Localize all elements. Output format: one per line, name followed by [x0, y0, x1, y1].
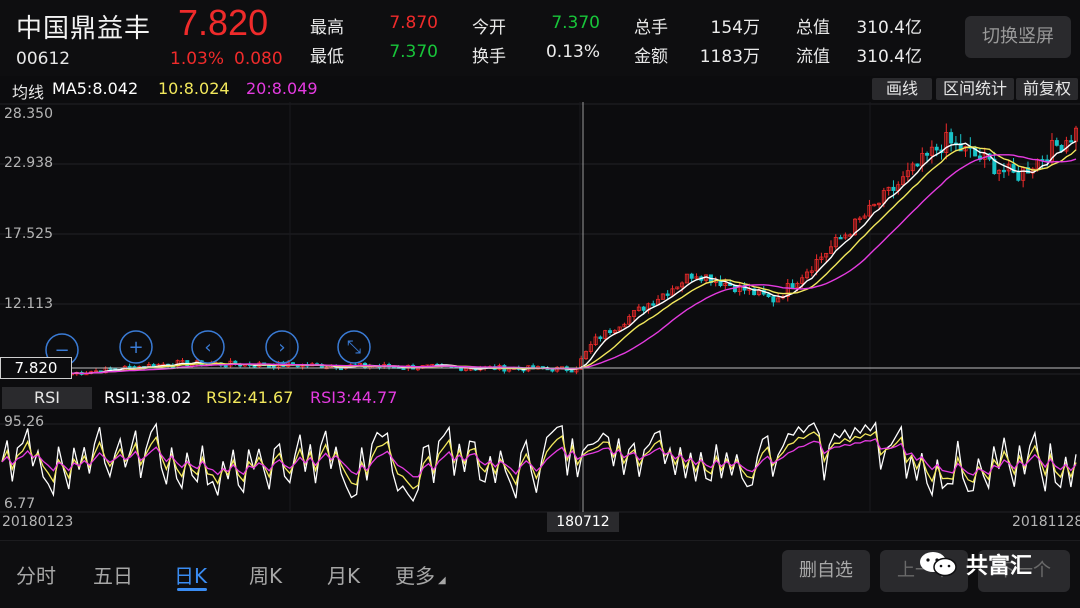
ma20-value: 20:8.049: [246, 79, 318, 98]
crosshair-date: 180712: [547, 512, 619, 532]
tab-monthly-k[interactable]: 月K: [327, 560, 360, 589]
current-price: 7.820: [178, 2, 269, 43]
kline-chart[interactable]: − + ‹ › ⤡: [0, 102, 1080, 532]
price-axis-label: 12.113: [4, 296, 53, 312]
candle-body: [949, 132, 954, 144]
date-start: 20180123: [2, 514, 74, 530]
price-adjust-button[interactable]: 前复权: [1016, 78, 1078, 100]
low-label: 最低: [310, 47, 344, 67]
change-percent: 1.03%: [170, 49, 225, 69]
volume-value: 154万: [710, 18, 760, 38]
candle-body: [223, 364, 228, 368]
candle-body: [689, 273, 694, 279]
candle-body: [771, 296, 776, 303]
remove-watchlist-button[interactable]: 删自选: [782, 550, 870, 592]
candle-body: [891, 186, 896, 191]
tab-daily-k[interactable]: 日K: [174, 560, 207, 589]
candle-body: [641, 306, 646, 311]
candle-body: [934, 146, 939, 151]
brand-name: 共富汇: [966, 554, 1033, 579]
tab-more-label: 更多: [395, 564, 435, 588]
high-value: 7.870: [389, 13, 438, 33]
price-axis-label: 22.938: [4, 155, 53, 171]
candle-body: [766, 293, 771, 297]
rsi-axis-low: 6.77: [4, 496, 36, 512]
candle-body: [569, 370, 574, 373]
date-end: 20181128: [1012, 514, 1080, 530]
candle-body: [651, 303, 656, 306]
zoom-in-icon-glyph: +: [128, 337, 143, 358]
tab-weekly-k[interactable]: 周K: [249, 560, 282, 589]
ma-label: 均线: [12, 83, 45, 102]
candle-body: [665, 293, 670, 296]
tab-five-day[interactable]: 五日: [93, 560, 133, 589]
draw-line-button[interactable]: 画线: [872, 78, 932, 100]
reset-zoom-icon-glyph: ⤡: [347, 337, 361, 358]
candle-body: [1069, 140, 1074, 143]
candle-body: [925, 152, 930, 156]
brand-watermark: 共富汇: [918, 548, 1032, 580]
candle-body: [838, 237, 843, 240]
rsi2-value: RSI2:41.67: [206, 388, 294, 407]
indicator-rsi-tab[interactable]: RSI: [2, 387, 92, 409]
candle-body: [608, 330, 613, 334]
turnover-value: 0.13%: [545, 42, 600, 62]
stock-code: 00612: [16, 49, 71, 69]
rsi1-value: RSI1:38.02: [104, 388, 192, 407]
float-cap-value: 310.4亿: [856, 47, 922, 67]
amount-value: 1183万: [699, 47, 760, 67]
turnover-label: 换手: [472, 47, 506, 67]
high-label: 最高: [310, 18, 344, 38]
amount-label: 金额: [634, 47, 668, 67]
mktcap-label: 总值: [796, 18, 830, 38]
low-value: 7.370: [389, 42, 438, 62]
scroll-left-icon-glyph: ‹: [204, 337, 211, 358]
caret-down-icon: ◢: [438, 575, 446, 586]
float-cap-label: 流值: [796, 47, 830, 67]
candle-body: [915, 163, 920, 167]
mktcap-value: 310.4亿: [856, 18, 922, 38]
price-axis-label: 28.350: [4, 106, 53, 122]
tab-more[interactable]: 更多 ◢: [395, 560, 446, 589]
rsi-axis-high: 95.26: [4, 414, 45, 430]
active-tab-indicator: [177, 588, 207, 591]
ma5-value: MA5:8.042: [52, 79, 139, 98]
current-price-tag: 7.820: [0, 357, 72, 379]
quote-header: 中国鼎益丰 00612 7.820 1.03% 0.080 最高 7.870 最…: [0, 0, 1080, 76]
candle-body: [790, 283, 795, 289]
stock-name: 中国鼎益丰: [16, 14, 152, 44]
volume-label: 总手: [634, 18, 668, 38]
candle-body: [1054, 140, 1059, 146]
wechat-icon: [920, 552, 957, 577]
open-label: 今开: [472, 18, 506, 38]
range-stats-button[interactable]: 区间统计: [936, 78, 1014, 100]
open-value: 7.370: [551, 13, 600, 33]
ma10-value: 10:8.024: [158, 79, 230, 98]
candle-body: [1001, 169, 1006, 173]
scroll-right-icon-glyph: ›: [278, 337, 285, 358]
switch-portrait-button[interactable]: 切换竖屏: [965, 16, 1071, 58]
rsi3-value: RSI3:44.77: [310, 388, 398, 407]
candle-body: [1016, 171, 1021, 181]
price-axis-label: 17.525: [4, 226, 53, 242]
tab-timeshare[interactable]: 分时: [16, 560, 56, 589]
change-amount: 0.080: [234, 49, 283, 69]
candle-body: [598, 336, 603, 339]
